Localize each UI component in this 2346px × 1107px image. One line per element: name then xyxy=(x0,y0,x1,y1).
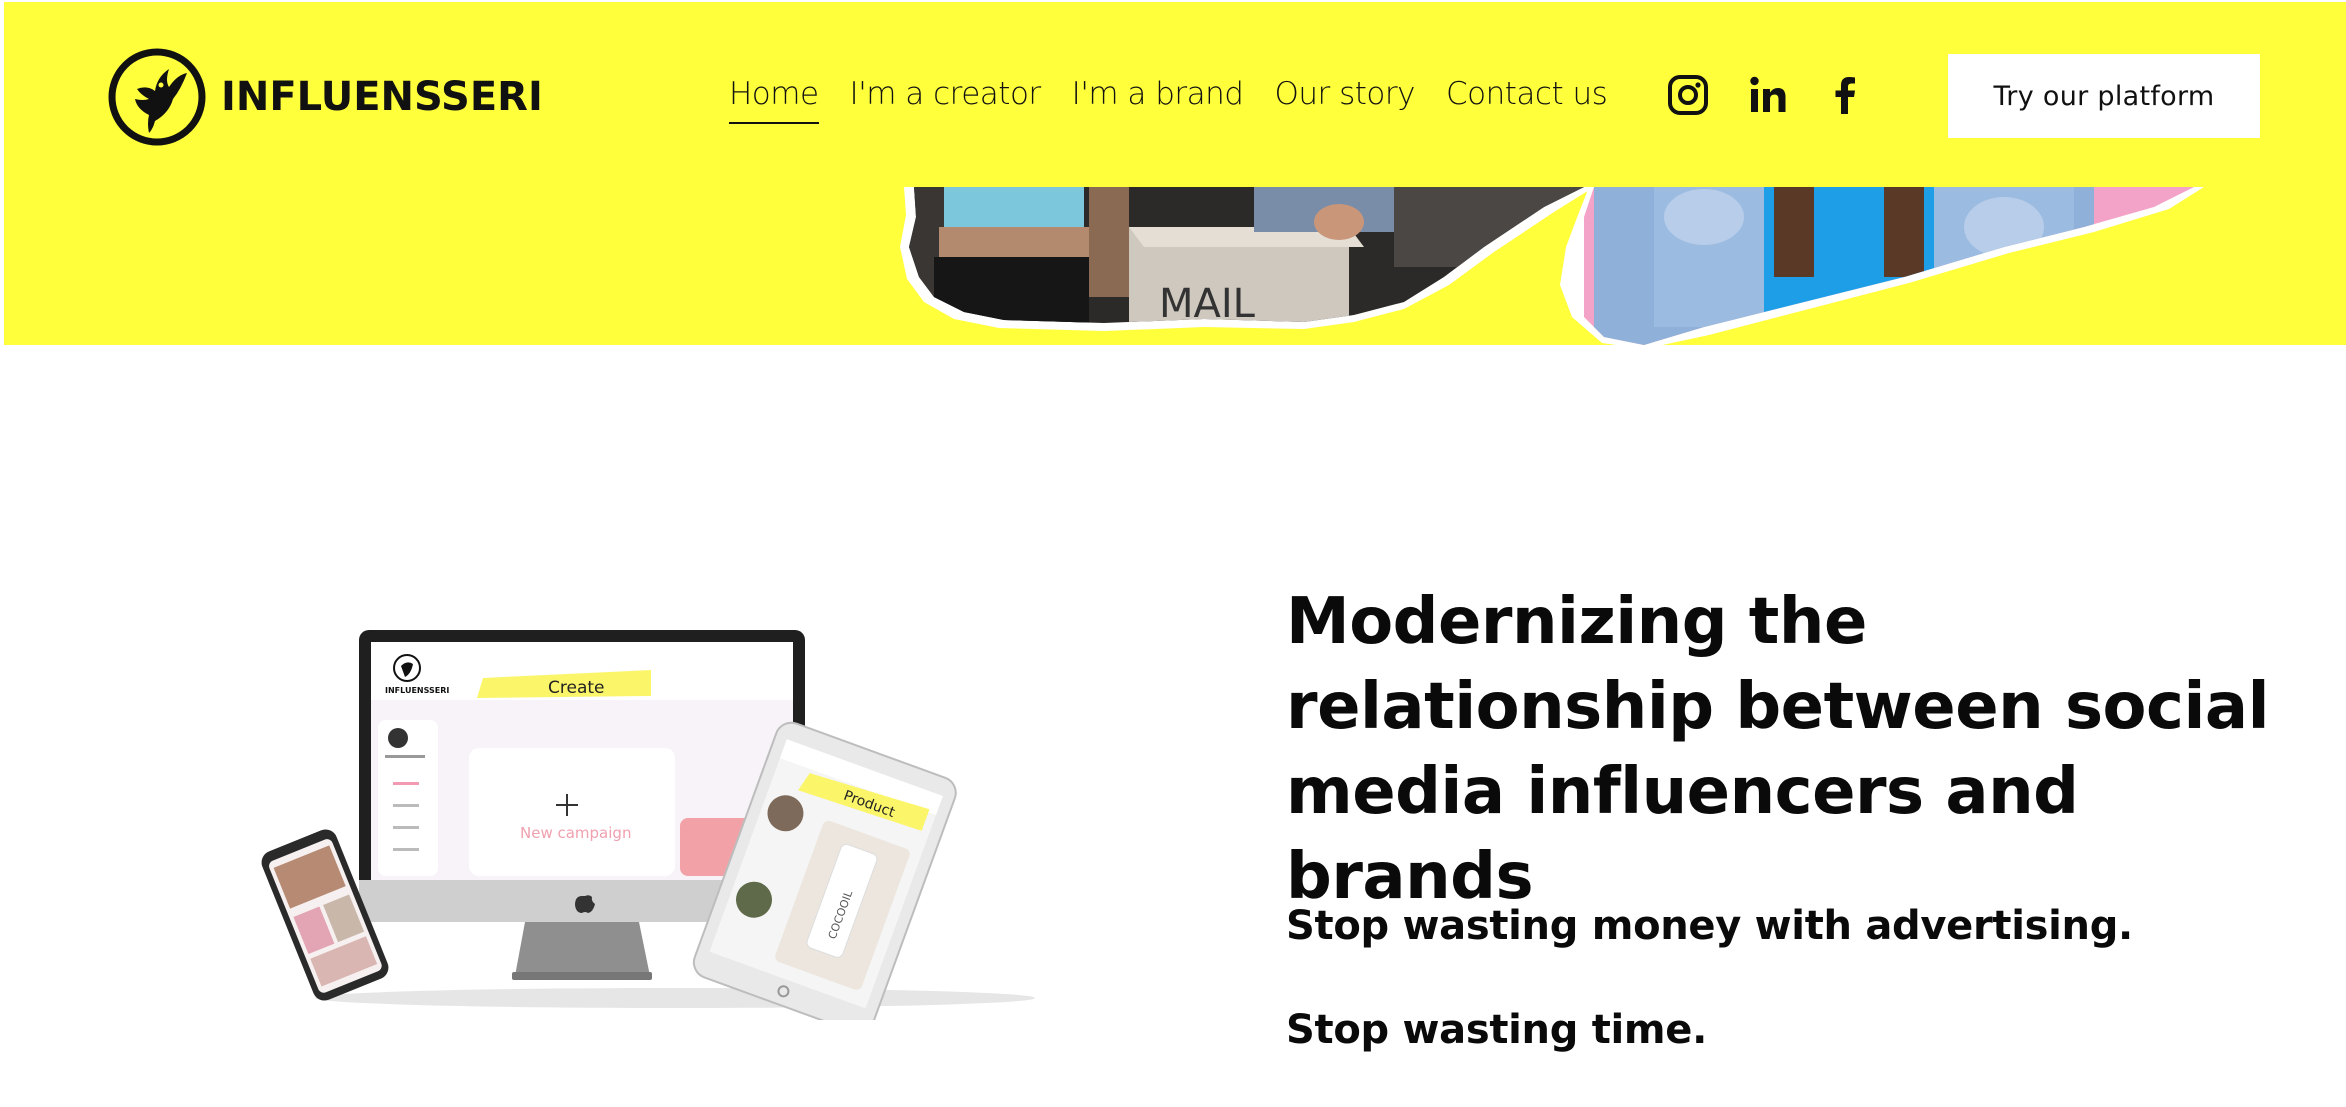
mockup-new-campaign-label: New campaign xyxy=(520,824,631,842)
site-header: MAIL INFLUENSSERI Home I'm a creator I'm… xyxy=(4,2,2346,345)
nav-home[interactable]: Home xyxy=(729,76,819,124)
bird-logo-icon xyxy=(108,48,206,146)
try-platform-button[interactable]: Try our platform xyxy=(1948,54,2260,138)
brand-name: INFLUENSSERI xyxy=(221,74,543,120)
nav-contact-us[interactable]: Contact us xyxy=(1446,76,1608,124)
hero-headline: Modernizing the relationship between soc… xyxy=(1286,585,2270,914)
hero-photo-strip: MAIL xyxy=(900,187,2204,345)
mockup-create-label: Create xyxy=(548,678,605,698)
devices-mockup-image: INFLUENSSERI Create New campaign Product xyxy=(261,630,1035,1020)
nav-our-story[interactable]: Our story xyxy=(1274,76,1415,124)
nav-im-a-creator[interactable]: I'm a creator xyxy=(850,76,1042,124)
tagline-advertising: Stop wasting money with advertising. xyxy=(1286,903,2133,949)
linkedin-icon[interactable] xyxy=(1747,74,1789,116)
instagram-icon[interactable] xyxy=(1667,74,1709,116)
facebook-icon[interactable] xyxy=(1825,74,1867,116)
svg-text:INFLUENSSERI: INFLUENSSERI xyxy=(385,686,449,695)
main-nav: Home I'm a creator I'm a brand Our story… xyxy=(729,76,1638,124)
tagline-time: Stop wasting time. xyxy=(1286,1007,1708,1053)
brand-logo[interactable]: INFLUENSSERI xyxy=(107,47,543,147)
nav-im-a-brand[interactable]: I'm a brand xyxy=(1072,76,1244,124)
